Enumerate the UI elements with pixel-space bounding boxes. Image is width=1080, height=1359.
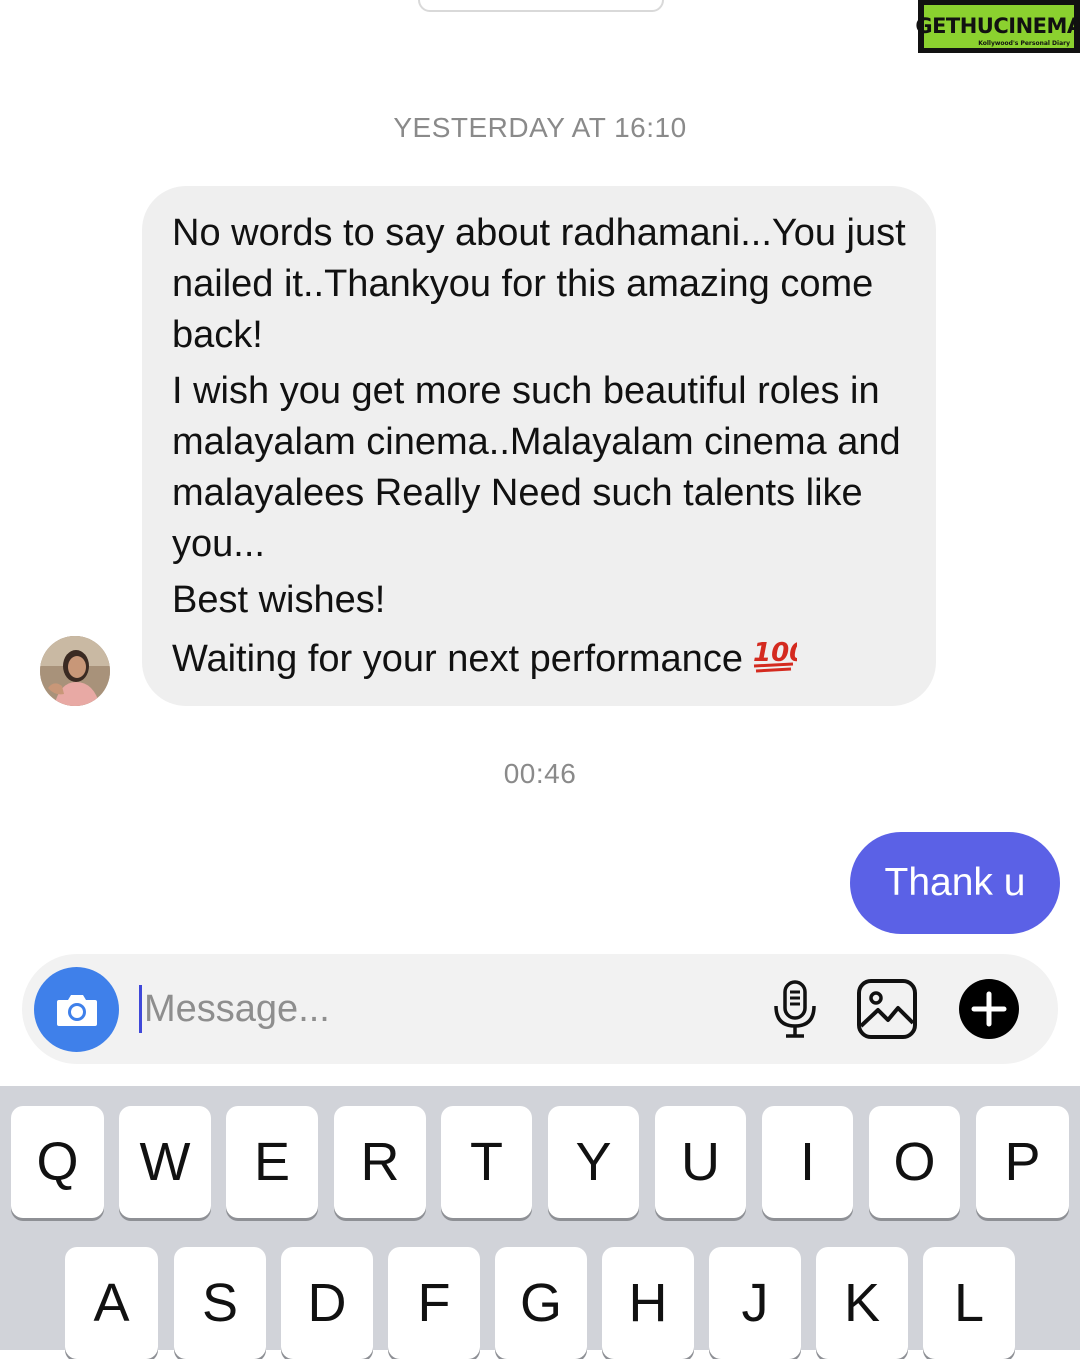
incoming-message-last-line: Waiting for your next performance 100 <box>172 631 906 691</box>
camera-button[interactable] <box>34 967 119 1052</box>
key-u[interactable]: U <box>655 1106 746 1218</box>
microphone-button[interactable] <box>762 976 828 1042</box>
message-composer <box>22 954 1058 1064</box>
key-i[interactable]: I <box>762 1106 853 1218</box>
camera-icon <box>56 994 97 1026</box>
key-e[interactable]: E <box>226 1106 318 1218</box>
key-o[interactable]: O <box>869 1106 960 1218</box>
outgoing-message-bubble[interactable]: Thank u <box>850 832 1060 934</box>
top-pill-button[interactable] <box>418 0 664 12</box>
key-k[interactable]: K <box>816 1247 908 1359</box>
incoming-message-paragraph: No words to say about radhamani...You ju… <box>172 212 906 356</box>
key-h[interactable]: H <box>602 1247 694 1359</box>
key-q[interactable]: Q <box>11 1106 104 1218</box>
plus-icon <box>959 979 1019 1039</box>
key-w[interactable]: W <box>119 1106 211 1218</box>
timestamp-recent: 00:46 <box>503 758 577 789</box>
key-a[interactable]: A <box>65 1247 158 1359</box>
gallery-button[interactable] <box>854 976 920 1042</box>
hundred-points-emoji-icon: 100 <box>751 631 807 691</box>
avatar[interactable] <box>40 636 110 706</box>
key-g[interactable]: G <box>495 1247 587 1359</box>
key-d[interactable]: D <box>281 1247 373 1359</box>
key-r[interactable]: R <box>334 1106 426 1218</box>
key-j[interactable]: J <box>709 1247 801 1359</box>
watermark-brand: GETHUCINEMA <box>915 14 1080 38</box>
microphone-icon <box>774 980 816 1038</box>
avatar-photo-icon <box>40 636 110 706</box>
key-y[interactable]: Y <box>548 1106 639 1218</box>
key-s[interactable]: S <box>174 1247 266 1359</box>
message-input[interactable] <box>144 982 744 1036</box>
watermark-logo: GETHUCINEMA Kollywood's Personal Diary <box>915 0 1080 53</box>
key-f[interactable]: F <box>388 1247 480 1359</box>
incoming-message-paragraph: Waiting for your next performance <box>172 638 743 681</box>
keyboard: Q W E R T Y U I O P A S D F G H J K L <box>0 1086 1080 1359</box>
incoming-message-paragraph: I wish you get more such beautiful roles… <box>172 370 901 565</box>
key-p[interactable]: P <box>976 1106 1069 1218</box>
timestamp-yesterday: YESTERDAY AT 16:10 <box>393 112 687 143</box>
watermark-tagline: Kollywood's Personal Diary <box>978 40 1070 47</box>
text-caret <box>139 985 142 1033</box>
incoming-message-paragraph: Best wishes! <box>172 579 386 621</box>
incoming-message-bubble[interactable]: No words to say about radhamani...You ju… <box>142 186 936 706</box>
key-l[interactable]: L <box>923 1247 1015 1359</box>
add-button[interactable] <box>956 976 1022 1042</box>
gallery-icon <box>857 979 917 1039</box>
key-t[interactable]: T <box>441 1106 532 1218</box>
